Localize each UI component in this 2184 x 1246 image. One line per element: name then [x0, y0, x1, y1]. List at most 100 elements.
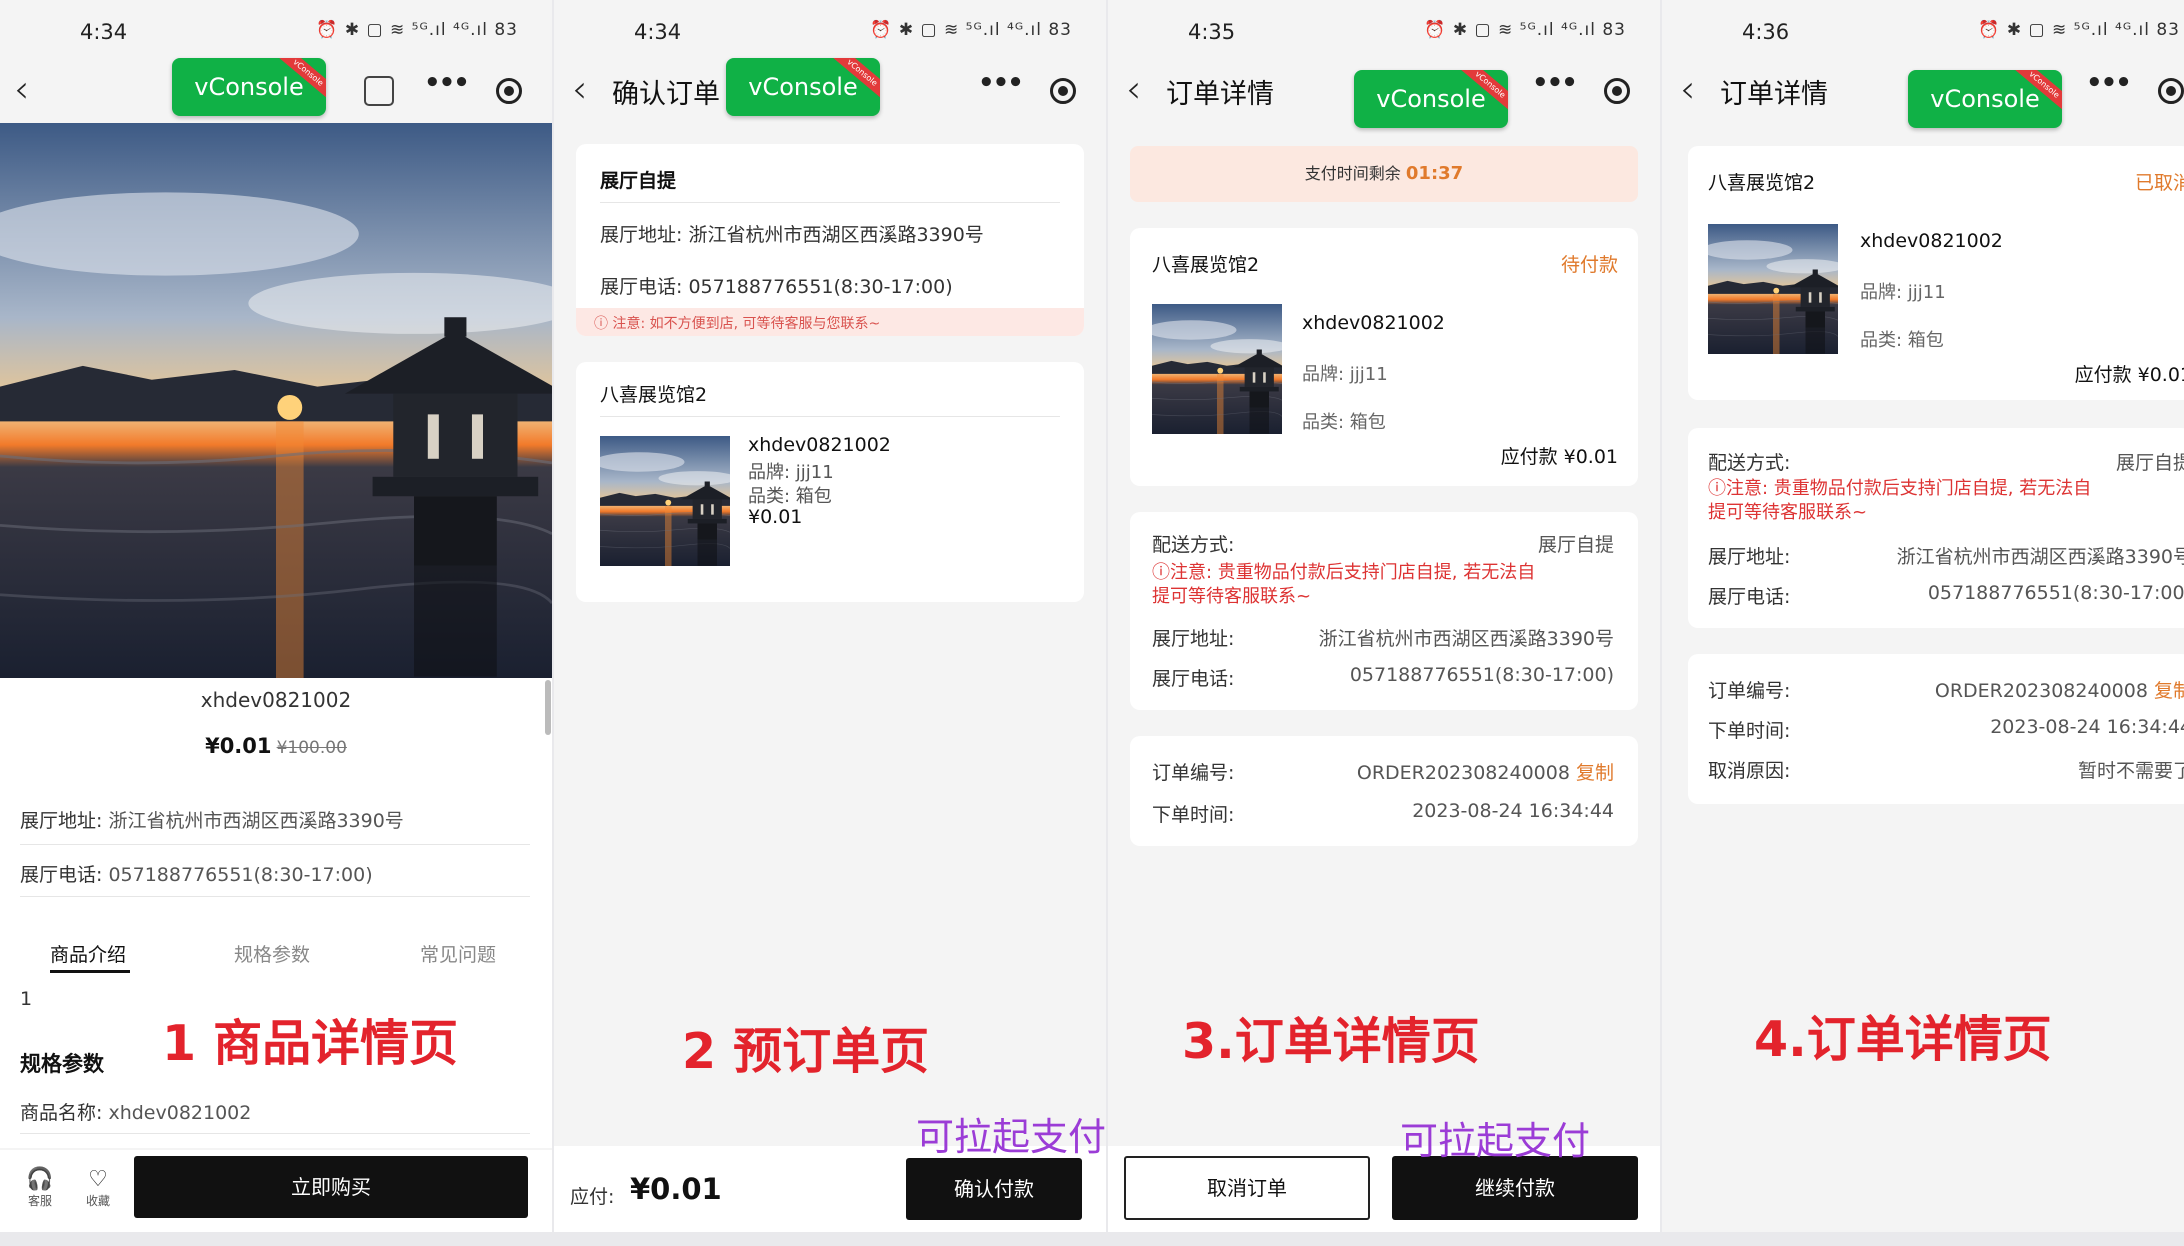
phone-label: 展厅电话:	[1152, 668, 1235, 690]
favorite-button[interactable]: ♡ 收藏	[78, 1168, 118, 1209]
heart-icon: ♡	[88, 1167, 108, 1192]
address-row: 展厅地址: 浙江省杭州市西湖区西溪路3390号	[600, 220, 984, 247]
phone-value: 057188776551(8:30-17:00)	[688, 276, 953, 298]
item-price: ¥0.01	[748, 506, 803, 528]
delivery-card: 配送方式: 展厅自提 ⓘ注意: 贵重物品付款后支持门店自提, 若无法自 提可等待…	[1130, 512, 1638, 710]
favorite-label: 收藏	[85, 1194, 110, 1208]
more-icon[interactable]: •••	[1532, 68, 1578, 98]
order-no-label: 订单编号:	[1152, 762, 1235, 784]
back-arrow-icon[interactable]: ‹	[572, 70, 587, 108]
tab-product-intro[interactable]: 商品介绍	[50, 940, 126, 967]
buy-now-button[interactable]: 立即购买	[134, 1156, 528, 1218]
address-label: 展厅地址:	[1708, 546, 1791, 568]
countdown-value: 01:37	[1405, 163, 1464, 184]
close-miniprogram-icon[interactable]	[1050, 78, 1076, 104]
order-info-card: 订单编号: ORDER202308240008 复制 下单时间: 2023-08…	[1130, 736, 1638, 846]
bottom-action-bar: 🎧 客服 ♡ 收藏 立即购买	[0, 1150, 552, 1232]
scrollbar[interactable]	[545, 680, 551, 735]
phone-screen-order-detail-cancelled: 4:36 ⏰ ✱ ▢ ≋ ⁵ᴳ.ıl ⁴ᴳ.ıl 83 ‹ 订单详情 vCons…	[1662, 0, 2184, 1232]
notice-line1: ⓘ注意: 贵重物品付款后支持门店自提, 若无法自	[1708, 478, 2092, 499]
vconsole-button[interactable]: vConsole vConsole	[172, 58, 326, 116]
vconsole-button[interactable]: vConsole vConsole	[1354, 70, 1508, 128]
notice-line1: ⓘ注意: 贵重物品付款后支持门店自提, 若无法自	[1152, 562, 1536, 583]
annotation-label: 3.订单详情页	[1182, 1013, 1480, 1070]
phone-label: 展厅电话:	[600, 276, 683, 298]
item-thumbnail	[1152, 304, 1282, 434]
nav-bar: ‹ vConsole vConsole •••	[0, 58, 552, 124]
status-icons: ⏰ ✱ ▢ ≋ ⁵ᴳ.ıl ⁴ᴳ.ıl 83	[316, 20, 518, 40]
more-icon[interactable]: •••	[2086, 68, 2132, 98]
tab-active-indicator	[50, 970, 130, 973]
delivery-value: 展厅自提	[1537, 534, 1614, 556]
order-time-label: 下单时间:	[1152, 804, 1235, 826]
more-icon[interactable]: •••	[424, 68, 470, 98]
item-category: 品类: 箱包	[748, 486, 832, 507]
item-thumbnail	[600, 436, 730, 566]
order-time-label: 下单时间:	[1708, 720, 1791, 742]
item-name: xhdev0821002	[1302, 312, 1445, 334]
phone-screen-product-detail: 4:34 ⏰ ✱ ▢ ≋ ⁵ᴳ.ıl ⁴ᴳ.ıl 83 ‹ vConsole v…	[0, 0, 552, 1232]
spec-name-value: xhdev0821002	[108, 1102, 252, 1124]
item-category: 品类: 箱包	[1302, 412, 1386, 433]
back-arrow-icon[interactable]: ‹	[1126, 70, 1141, 108]
continue-pay-button[interactable]: 继续付款	[1392, 1156, 1638, 1220]
intro-text: 1	[20, 988, 33, 1010]
order-no-value: ORDER202308240008	[1356, 762, 1570, 784]
order-time-value: 2023-08-24 16:34:44	[1412, 800, 1614, 822]
vconsole-button[interactable]: vConsole vConsole	[726, 58, 880, 116]
page-title: 订单详情	[1166, 79, 1274, 110]
phone-value: 057188776551(8:30-17:00)	[1927, 582, 2184, 604]
divider	[600, 202, 1060, 203]
status-icons: ⏰ ✱ ▢ ≋ ⁵ᴳ.ıl ⁴ᴳ.ıl 83	[1424, 20, 1626, 40]
close-miniprogram-icon[interactable]	[2158, 78, 2184, 104]
copy-button[interactable]: 复制	[2154, 680, 2184, 702]
vconsole-label: vConsole	[748, 73, 858, 101]
copy-button[interactable]: 复制	[1576, 762, 1614, 784]
nav-bar: ‹ 订单详情 vConsole vConsole •••	[1662, 58, 2184, 128]
countdown-label: 支付时间剩余	[1304, 164, 1401, 183]
annotation-label: 4.订单详情页	[1754, 1011, 2052, 1068]
vconsole-label: vConsole	[1376, 85, 1486, 113]
confirm-pay-button[interactable]: 确认付款	[906, 1158, 1082, 1220]
address-value: 浙江省杭州市西湖区西溪路3390号	[1896, 546, 2184, 568]
product-name: xhdev0821002	[200, 688, 352, 712]
service-label: 客服	[27, 1194, 52, 1208]
pickup-title: 展厅自提	[600, 170, 677, 192]
product-price: ¥0.01	[205, 734, 272, 758]
back-arrow-icon[interactable]: ‹	[1680, 70, 1695, 108]
due-total: 应付款 ¥0.01	[1500, 446, 1618, 468]
order-info-card: 订单编号: ORDER202308240008 复制 下单时间: 2023-08…	[1688, 654, 2184, 804]
order-no-label: 订单编号:	[1708, 680, 1791, 702]
item-thumbnail	[1708, 224, 1838, 354]
status-time: 4:34	[80, 20, 128, 44]
notice-line2: 提可等待客服联系~	[1708, 502, 1868, 523]
store-name: 八喜展览馆2	[600, 384, 708, 406]
product-info: xhdev0821002 ¥0.01 ¥100.00 展厅地址: 浙江省杭州市西…	[0, 678, 552, 1148]
service-button[interactable]: 🎧 客服	[20, 1168, 60, 1209]
status-icons: ⏰ ✱ ▢ ≋ ⁵ᴳ.ıl ⁴ᴳ.ıl 83	[1978, 20, 2180, 40]
item-brand: 品牌: jjj11	[1302, 364, 1388, 385]
phone-value: 057188776551(8:30-17:00)	[108, 864, 373, 886]
annotation-label: 1 商品详情页	[162, 1015, 459, 1072]
item-name: xhdev0821002	[748, 434, 891, 456]
vconsole-label: vConsole	[194, 73, 304, 101]
cancel-order-button[interactable]: 取消订单	[1124, 1156, 1370, 1220]
close-miniprogram-icon[interactable]	[496, 78, 522, 104]
vconsole-button[interactable]: vConsole vConsole	[1908, 70, 2062, 128]
address-label: 展厅地址:	[600, 224, 683, 246]
due-label: 应付:	[570, 1186, 615, 1208]
more-icon[interactable]: •••	[978, 68, 1024, 98]
back-arrow-icon[interactable]: ‹	[14, 70, 29, 108]
close-miniprogram-icon[interactable]	[1604, 78, 1630, 104]
due-amount: ¥0.01	[630, 1172, 722, 1206]
tab-faq[interactable]: 常见问题	[420, 940, 496, 967]
tab-specs[interactable]: 规格参数	[234, 940, 310, 967]
specs-title: 规格参数	[20, 1052, 104, 1076]
page-title: 订单详情	[1720, 79, 1828, 110]
annotation-pay: 可拉起支付	[916, 1115, 1106, 1159]
nav-bar: ‹ 确认订单 vConsole vConsole •••	[554, 58, 1106, 124]
divider	[20, 844, 530, 845]
share-icon[interactable]	[364, 76, 394, 106]
cancel-reason-value: 暂时不需要了	[2077, 760, 2184, 782]
page-title: 确认订单	[612, 79, 720, 110]
